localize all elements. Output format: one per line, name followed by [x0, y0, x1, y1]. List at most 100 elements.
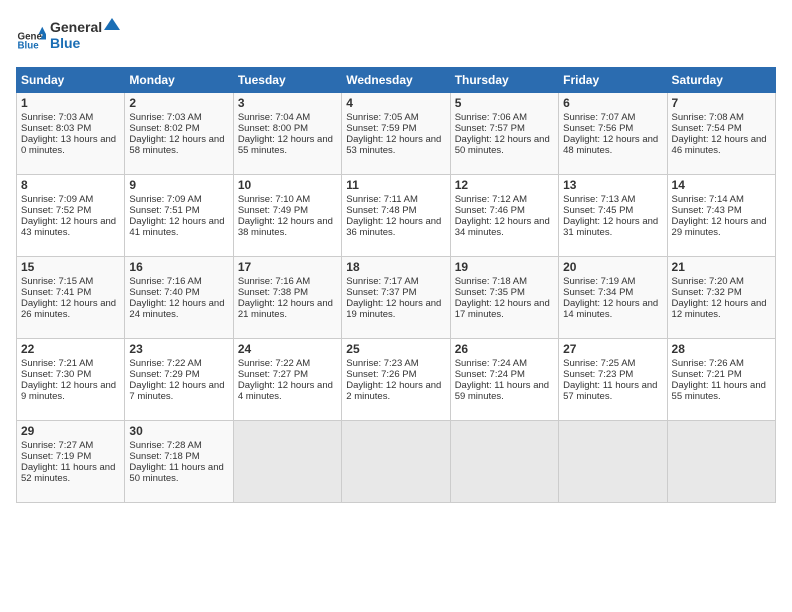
- calendar-cell: 9Sunrise: 7:09 AMSunset: 7:51 PMDaylight…: [125, 175, 233, 257]
- daylight: Daylight: 12 hours and 53 minutes.: [346, 134, 441, 156]
- daylight: Daylight: 12 hours and 14 minutes.: [563, 298, 658, 320]
- daylight: Daylight: 11 hours and 57 minutes.: [563, 380, 657, 402]
- logo-icon: General Blue: [16, 23, 46, 53]
- daylight: Daylight: 12 hours and 9 minutes.: [21, 380, 116, 402]
- sunset: Sunset: 7:52 PM: [21, 205, 91, 216]
- daylight: Daylight: 12 hours and 2 minutes.: [346, 380, 441, 402]
- calendar-cell: 2Sunrise: 7:03 AMSunset: 8:02 PMDaylight…: [125, 93, 233, 175]
- day-number: 30: [129, 424, 228, 438]
- calendar-cell: 11Sunrise: 7:11 AMSunset: 7:48 PMDayligh…: [342, 175, 450, 257]
- sunset: Sunset: 8:03 PM: [21, 123, 91, 134]
- calendar-cell: [233, 421, 341, 503]
- daylight: Daylight: 11 hours and 52 minutes.: [21, 462, 115, 484]
- sunset: Sunset: 7:54 PM: [672, 123, 742, 134]
- header-row: SundayMondayTuesdayWednesdayThursdayFrid…: [17, 68, 776, 93]
- day-number: 29: [21, 424, 120, 438]
- sunrise: Sunrise: 7:06 AM: [455, 112, 527, 123]
- week-row-1: 1Sunrise: 7:03 AMSunset: 8:03 PMDaylight…: [17, 93, 776, 175]
- sunset: Sunset: 7:40 PM: [129, 287, 199, 298]
- calendar-cell: 24Sunrise: 7:22 AMSunset: 7:27 PMDayligh…: [233, 339, 341, 421]
- sunset: Sunset: 7:35 PM: [455, 287, 525, 298]
- sunrise: Sunrise: 7:19 AM: [563, 276, 635, 287]
- calendar-cell: [342, 421, 450, 503]
- sunset: Sunset: 7:23 PM: [563, 369, 633, 380]
- svg-text:Blue: Blue: [50, 35, 81, 51]
- svg-text:General: General: [50, 19, 102, 35]
- day-number: 26: [455, 342, 554, 356]
- sunset: Sunset: 7:57 PM: [455, 123, 525, 134]
- sunset: Sunset: 8:00 PM: [238, 123, 308, 134]
- day-number: 9: [129, 178, 228, 192]
- day-number: 12: [455, 178, 554, 192]
- day-number: 28: [672, 342, 771, 356]
- sunset: Sunset: 7:24 PM: [455, 369, 525, 380]
- sunset: Sunset: 7:48 PM: [346, 205, 416, 216]
- daylight: Daylight: 11 hours and 59 minutes.: [455, 380, 549, 402]
- header: General Blue General Blue: [16, 16, 776, 59]
- sunrise: Sunrise: 7:10 AM: [238, 194, 310, 205]
- calendar-cell: 10Sunrise: 7:10 AMSunset: 7:49 PMDayligh…: [233, 175, 341, 257]
- sunset: Sunset: 7:38 PM: [238, 287, 308, 298]
- sunset: Sunset: 7:45 PM: [563, 205, 633, 216]
- sunset: Sunset: 7:46 PM: [455, 205, 525, 216]
- sunset: Sunset: 7:56 PM: [563, 123, 633, 134]
- daylight: Daylight: 12 hours and 43 minutes.: [21, 216, 116, 238]
- sunset: Sunset: 7:27 PM: [238, 369, 308, 380]
- day-header-saturday: Saturday: [667, 68, 775, 93]
- calendar-cell: 19Sunrise: 7:18 AMSunset: 7:35 PMDayligh…: [450, 257, 558, 339]
- sunset: Sunset: 7:18 PM: [129, 451, 199, 462]
- sunrise: Sunrise: 7:16 AM: [238, 276, 310, 287]
- sunset: Sunset: 8:02 PM: [129, 123, 199, 134]
- sunrise: Sunrise: 7:23 AM: [346, 358, 418, 369]
- sunrise: Sunrise: 7:21 AM: [21, 358, 93, 369]
- day-number: 17: [238, 260, 337, 274]
- daylight: Daylight: 12 hours and 41 minutes.: [129, 216, 224, 238]
- calendar-cell: 25Sunrise: 7:23 AMSunset: 7:26 PMDayligh…: [342, 339, 450, 421]
- day-number: 23: [129, 342, 228, 356]
- calendar-cell: 8Sunrise: 7:09 AMSunset: 7:52 PMDaylight…: [17, 175, 125, 257]
- sunrise: Sunrise: 7:13 AM: [563, 194, 635, 205]
- day-number: 25: [346, 342, 445, 356]
- daylight: Daylight: 12 hours and 4 minutes.: [238, 380, 333, 402]
- sunrise: Sunrise: 7:26 AM: [672, 358, 744, 369]
- day-number: 5: [455, 96, 554, 110]
- sunset: Sunset: 7:37 PM: [346, 287, 416, 298]
- sunset: Sunset: 7:59 PM: [346, 123, 416, 134]
- daylight: Daylight: 12 hours and 17 minutes.: [455, 298, 550, 320]
- day-number: 11: [346, 178, 445, 192]
- sunset: Sunset: 7:32 PM: [672, 287, 742, 298]
- calendar-cell: 14Sunrise: 7:14 AMSunset: 7:43 PMDayligh…: [667, 175, 775, 257]
- calendar-cell: 28Sunrise: 7:26 AMSunset: 7:21 PMDayligh…: [667, 339, 775, 421]
- sunrise: Sunrise: 7:25 AM: [563, 358, 635, 369]
- daylight: Daylight: 12 hours and 21 minutes.: [238, 298, 333, 320]
- day-number: 4: [346, 96, 445, 110]
- sunrise: Sunrise: 7:15 AM: [21, 276, 93, 287]
- sunrise: Sunrise: 7:08 AM: [672, 112, 744, 123]
- day-number: 14: [672, 178, 771, 192]
- week-row-4: 22Sunrise: 7:21 AMSunset: 7:30 PMDayligh…: [17, 339, 776, 421]
- sunset: Sunset: 7:30 PM: [21, 369, 91, 380]
- sunset: Sunset: 7:21 PM: [672, 369, 742, 380]
- day-number: 13: [563, 178, 662, 192]
- sunset: Sunset: 7:19 PM: [21, 451, 91, 462]
- day-header-thursday: Thursday: [450, 68, 558, 93]
- calendar-cell: 26Sunrise: 7:24 AMSunset: 7:24 PMDayligh…: [450, 339, 558, 421]
- day-number: 21: [672, 260, 771, 274]
- calendar-cell: [450, 421, 558, 503]
- calendar-cell: 3Sunrise: 7:04 AMSunset: 8:00 PMDaylight…: [233, 93, 341, 175]
- day-number: 7: [672, 96, 771, 110]
- day-header-friday: Friday: [559, 68, 667, 93]
- day-header-monday: Monday: [125, 68, 233, 93]
- daylight: Daylight: 12 hours and 19 minutes.: [346, 298, 441, 320]
- sunrise: Sunrise: 7:11 AM: [346, 194, 418, 205]
- sunrise: Sunrise: 7:03 AM: [129, 112, 201, 123]
- day-number: 2: [129, 96, 228, 110]
- day-number: 27: [563, 342, 662, 356]
- calendar-cell: 30Sunrise: 7:28 AMSunset: 7:18 PMDayligh…: [125, 421, 233, 503]
- daylight: Daylight: 12 hours and 38 minutes.: [238, 216, 333, 238]
- calendar-cell: 17 Sunrise: 7:16 AMSunset: 7:38 PMDayligh…: [233, 257, 341, 339]
- daylight: Daylight: 13 hours and 0 minutes.: [21, 134, 116, 156]
- sunrise: Sunrise: 7:05 AM: [346, 112, 418, 123]
- sunrise: Sunrise: 7:20 AM: [672, 276, 744, 287]
- calendar-cell: 29Sunrise: 7:27 AMSunset: 7:19 PMDayligh…: [17, 421, 125, 503]
